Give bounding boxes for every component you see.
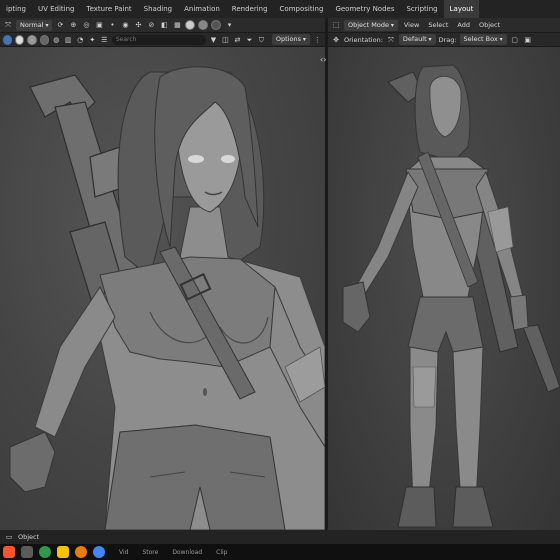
left-viewport-header: ⤧ Normal ⟳ ⊕ ◎ ▣ • ◉ ✣ ⊘ ◧ ▦ ▾ xyxy=(0,18,325,33)
color-wheel-icon[interactable] xyxy=(3,34,13,45)
funnel-icon[interactable]: ⏷ xyxy=(245,35,254,45)
light-icon[interactable]: ◔ xyxy=(76,35,85,45)
visibility-icon[interactable]: ◫ xyxy=(221,35,230,45)
taskbar-item-vid[interactable]: Vid xyxy=(119,549,128,556)
right-3d-viewport[interactable] xyxy=(328,47,560,530)
tab-rendering[interactable]: Rendering xyxy=(226,0,274,18)
shading-solid-icon[interactable] xyxy=(185,20,196,30)
tab-geometry-nodes[interactable]: Geometry Nodes xyxy=(329,0,400,18)
checkbox-icon[interactable]: ▣ xyxy=(94,20,104,30)
xray-icon[interactable]: ◧ xyxy=(159,20,169,30)
transform-icon[interactable]: ⟳ xyxy=(55,20,65,30)
material-icon[interactable] xyxy=(27,34,37,45)
chrome-icon[interactable] xyxy=(93,546,105,558)
character-sculpt-closeup xyxy=(9,66,325,530)
menu-view[interactable]: View xyxy=(401,21,422,29)
sphere-icon[interactable] xyxy=(15,34,25,45)
taskbar-item-clip[interactable]: Clip xyxy=(216,549,227,556)
split-arrows-icon[interactable]: ‹› xyxy=(320,55,326,64)
blender-icon[interactable] xyxy=(75,546,87,558)
gizmo-icon[interactable]: ✣ xyxy=(133,20,143,30)
overlay-icon[interactable]: ⊘ xyxy=(146,20,156,30)
messages-icon[interactable] xyxy=(21,546,33,558)
taskbar-item-store[interactable]: Store xyxy=(142,549,158,556)
drag-dropdown[interactable]: Select Box xyxy=(459,34,507,45)
transform-orientation-icon: ⤧ xyxy=(388,35,394,44)
search-input[interactable]: Search xyxy=(111,34,206,45)
move-icon[interactable]: ✥ xyxy=(331,35,341,45)
orientation-icon[interactable]: ⤧ xyxy=(3,20,13,30)
orientation-dropdown[interactable]: Default xyxy=(398,34,436,45)
shading-rendered-icon[interactable] xyxy=(211,20,222,30)
menu-select[interactable]: Select xyxy=(425,21,451,29)
select-extend-icon[interactable]: ▣ xyxy=(523,35,533,45)
camera-icon[interactable]: ▥ xyxy=(64,35,73,45)
taskbar-item-download[interactable]: Download xyxy=(172,549,202,556)
options-dropdown[interactable]: Options xyxy=(271,34,310,45)
left-3d-viewport[interactable] xyxy=(0,47,325,530)
link-icon[interactable]: ⇄ xyxy=(233,35,242,45)
left-outliner-header: ◍ ▥ ◔ ✦ ☰ Search ▼ ◫ ⇄ ⏷ ⛉ Options ⋮ xyxy=(0,33,325,47)
object-mode-dropdown[interactable]: Object Mode xyxy=(344,19,398,31)
globe-icon[interactable]: ◍ xyxy=(52,35,61,45)
shield-icon[interactable]: ⛉ xyxy=(257,35,266,45)
workspace-tab-bar: ipting UV Editing Texture Paint Shading … xyxy=(0,0,560,19)
tab-uv-editing[interactable]: UV Editing xyxy=(32,0,81,18)
right-viewport-header: ⬚ Object Mode View Select Add Object xyxy=(328,18,560,33)
menu-add[interactable]: Add xyxy=(454,21,473,29)
notes-icon[interactable] xyxy=(57,546,69,558)
tab-shading[interactable]: Shading xyxy=(138,0,178,18)
mode-dropdown[interactable]: Normal xyxy=(16,19,53,31)
eye-icon[interactable]: ◉ xyxy=(120,20,130,30)
status-bar: ▭ Object xyxy=(0,530,560,544)
shading-options-icon[interactable]: ▾ xyxy=(224,20,234,30)
app-green-icon[interactable] xyxy=(39,546,51,558)
more-icon[interactable]: ⋮ xyxy=(313,35,322,45)
tab-layout[interactable]: Layout xyxy=(443,0,480,18)
tab-texture-paint[interactable]: Texture Paint xyxy=(81,0,138,18)
drag-label: Drag: xyxy=(438,35,457,44)
tab-scripting[interactable]: Scripting xyxy=(400,0,443,18)
select-mode-icon[interactable]: ▢ xyxy=(510,35,520,45)
tab-scripting-partial[interactable]: ipting xyxy=(0,0,32,18)
right-tool-header: ✥ Orientation: ⤧ Default Drag: Select Bo… xyxy=(328,33,560,47)
shading-material-icon[interactable] xyxy=(198,20,209,30)
tab-compositing[interactable]: Compositing xyxy=(274,0,330,18)
proportional-icon[interactable]: ◎ xyxy=(81,20,91,30)
editor-type-icon[interactable]: ⬚ xyxy=(331,20,341,30)
menu-object[interactable]: Object xyxy=(476,21,503,29)
texture-icon[interactable] xyxy=(39,34,49,45)
object-icon: ▭ xyxy=(5,533,13,541)
shade-dot-icon[interactable]: • xyxy=(107,20,117,30)
filter-icon[interactable]: ▼ xyxy=(209,35,218,45)
properties-icon[interactable]: ☰ xyxy=(100,35,109,45)
os-taskbar: Vid Store Download Clip xyxy=(0,544,560,560)
grid-icon[interactable]: ▦ xyxy=(172,20,182,30)
fx-icon[interactable]: ✦ xyxy=(88,35,97,45)
tab-animation[interactable]: Animation xyxy=(178,0,226,18)
snap-icon[interactable]: ⊕ xyxy=(68,20,78,30)
character-full-body xyxy=(342,64,560,528)
brave-icon[interactable] xyxy=(3,546,15,558)
orientation-label: Orientation: xyxy=(344,35,383,44)
status-label: Object xyxy=(18,533,40,541)
